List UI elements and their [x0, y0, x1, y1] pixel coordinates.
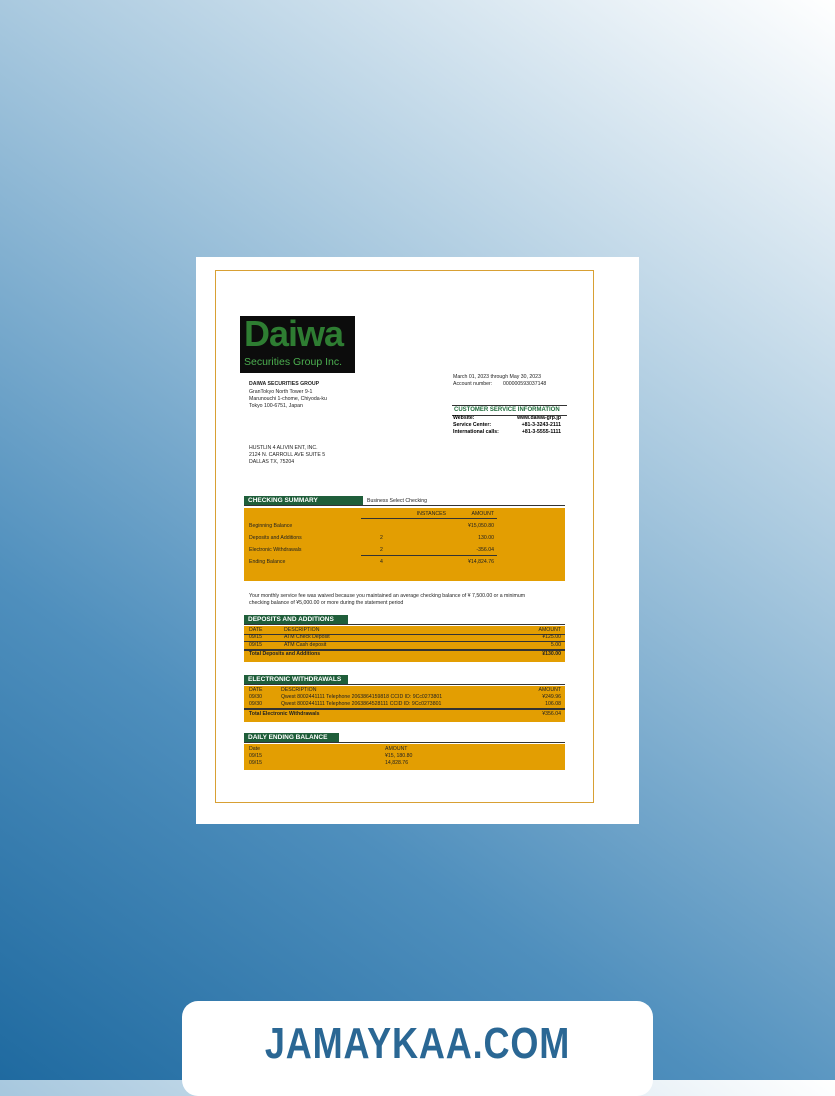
daily-amount: ¥15, 180.80: [385, 753, 413, 759]
deposits-table: DATE DESCRIPTION AMOUNT 09/15 ATM Check …: [244, 626, 565, 662]
summary-label: Beginning Balance: [249, 523, 293, 529]
withdrawal-description: Qwest 8002441111 Telephone 2063864528111…: [281, 701, 442, 707]
summary-instances: 2: [380, 547, 383, 553]
divider: [244, 742, 565, 743]
bank-name: DAIWA SECURITIES GROUP: [249, 381, 320, 387]
summary-label: Deposits and Additions: [249, 535, 302, 541]
bank-address-line: Tokyo 100-6751, Japan: [249, 403, 303, 409]
deposits-total-label: Total Deposits and Additions: [249, 651, 321, 657]
bank-address-line: Marunouchi 1-chome, Chiyoda-ku: [249, 396, 327, 402]
cs-label: Service Center:: [453, 422, 492, 428]
col-amount: AMOUNT: [538, 627, 561, 633]
deposit-amount: ¥125.00: [542, 634, 561, 640]
withdrawal-amount: 106.08: [545, 701, 561, 707]
customer-name: HUSTLIN 4 ALIVIN ENT, INC.: [249, 445, 318, 451]
daily-balance-table: Date AMOUNT 09/15 ¥15, 180.80 09/15 14,8…: [244, 744, 565, 770]
bank-address-line: GranTokyo North Tower 9-1: [249, 389, 313, 395]
header-amount: AMOUNT: [471, 511, 494, 517]
col-date: DATE: [249, 687, 263, 693]
cs-website[interactable]: www.daiwa-grp.jp: [517, 415, 561, 421]
summary-amount: -356.04: [476, 547, 494, 553]
withdrawals-total-label: Total Electronic Withdrawals: [249, 711, 320, 717]
statement-period: March 01, 2023 through May 30, 2023: [453, 374, 541, 380]
divider: [361, 555, 497, 556]
daily-balance-title: DAILY ENDING BALANCE: [244, 733, 339, 742]
deposit-date: 09/15: [249, 642, 262, 648]
daily-date: 09/15: [249, 753, 262, 759]
withdrawals-total: ¥356.04: [542, 711, 561, 717]
summary-amount: ¥15,050.80: [468, 523, 494, 529]
deposit-amount: 5.00: [550, 642, 561, 648]
fee-notice-line: Your monthly service fee was waived beca…: [249, 593, 526, 599]
customer-service-row: Service Center: +81-3-3243-2111: [453, 422, 561, 428]
divider: [244, 505, 565, 506]
logo-subtitle: Securities Group Inc.: [244, 356, 343, 368]
withdrawal-description: Qwest 8002441111 Telephone 2063864159818…: [281, 694, 443, 700]
header-instances: INSTANCES: [416, 511, 446, 517]
customer-address-line: 2124 N. CARROLL AVE SUITE 5: [249, 452, 326, 458]
withdrawals-title: ELECTRONIC WITHDRAWALS: [244, 675, 348, 684]
divider: [244, 624, 565, 625]
customer-service-row: Website: www.daiwa-grp.jp: [453, 415, 561, 421]
divider: [361, 518, 497, 519]
account-number-label: Account number:: [453, 381, 493, 387]
summary-amount: 130.00: [478, 535, 494, 541]
daily-date: 09/15: [249, 760, 262, 766]
col-amount: AMOUNT: [385, 746, 408, 752]
customer-service-row: International calls: +81-3-5555-1111: [453, 429, 561, 435]
deposits-total: ¥130.00: [542, 651, 561, 657]
cs-label: Website:: [453, 415, 475, 421]
col-description: DESCRIPTION: [281, 687, 317, 693]
withdrawal-date: 09/30: [249, 701, 262, 707]
cs-phone: +81-3-3243-2111: [521, 422, 561, 428]
withdrawals-table: DATE DESCRIPTION AMOUNT 09/30 Qwest 8002…: [244, 686, 565, 722]
statement-document: Daiwa Securities Group Inc. DAIWA SECURI…: [196, 257, 639, 824]
deposit-description: ATM Cash deposit: [284, 642, 327, 648]
watermark-text: JAMAYKAA.COM: [264, 1019, 571, 1068]
daily-amount: 14,828.76: [385, 760, 409, 766]
col-date: Date: [249, 746, 260, 752]
checking-summary-title: CHECKING SUMMARY: [244, 496, 363, 505]
account-number: 000000593037148: [503, 381, 547, 387]
divider: [244, 684, 565, 685]
withdrawal-date: 09/30: [249, 694, 262, 700]
cs-phone: +81-3-5555-1111: [521, 429, 561, 435]
summary-instances: 2: [380, 535, 383, 541]
summary-amount: ¥14,824.76: [468, 559, 494, 565]
deposits-title: DEPOSITS AND ADDITIONS: [244, 615, 348, 624]
summary-label: Ending Balance: [249, 559, 286, 565]
fee-notice-line: checking balance of ¥5,000.00 or more du…: [249, 600, 404, 606]
col-amount: AMOUNT: [538, 687, 561, 693]
checking-product: Business Select Checking: [367, 498, 427, 504]
logo-wordmark: Daiwa: [244, 316, 344, 354]
checking-summary-table: INSTANCES AMOUNT Beginning Balance ¥15,0…: [244, 508, 565, 581]
customer-address-line: DALLAS TX, 75204: [249, 459, 295, 465]
col-description: DESCRIPTION: [284, 627, 320, 633]
cs-label: International calls:: [453, 429, 499, 435]
deposit-description: ATM Check Deposit: [284, 634, 330, 640]
divider: [244, 708, 565, 710]
daiwa-logo: Daiwa Securities Group Inc.: [240, 316, 355, 373]
watermark-banner: JAMAYKAA.COM: [182, 1001, 653, 1096]
withdrawal-amount: ¥249.96: [542, 694, 561, 700]
summary-instances: 4: [380, 559, 383, 565]
col-date: DATE: [249, 627, 263, 633]
summary-label: Electronic Withdrawals: [249, 547, 302, 553]
deposit-date: 09/15: [249, 634, 262, 640]
